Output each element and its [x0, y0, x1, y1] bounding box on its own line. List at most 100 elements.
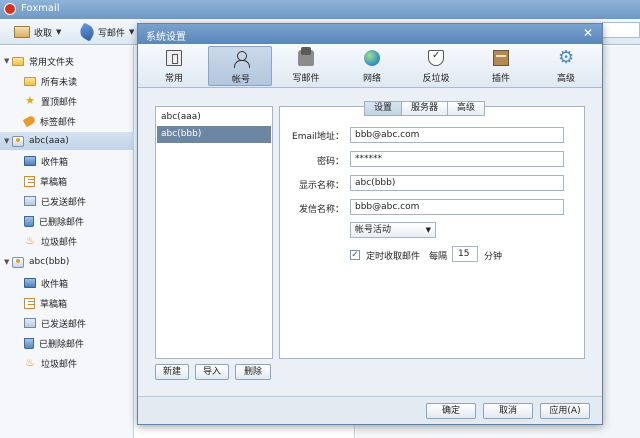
- import-account-button[interactable]: 导入: [195, 364, 229, 380]
- tab-plugin[interactable]: 插件: [469, 46, 533, 86]
- every-label: 每隔: [429, 252, 448, 262]
- subtab-advanced[interactable]: 高级: [447, 101, 486, 116]
- sidebar-item-drafts[interactable]: 草稿箱: [0, 294, 134, 312]
- receive-mail-icon: [14, 26, 30, 38]
- chevron-down-icon[interactable]: ▼: [129, 28, 134, 36]
- sender-name-label: 发信名称：: [298, 205, 344, 215]
- sidebar-item-sent[interactable]: 已发送邮件: [0, 314, 134, 332]
- folder-icon: [12, 56, 24, 66]
- account-group-bbb[interactable]: ▼ abc(bbb): [0, 253, 134, 271]
- tag-icon: [22, 114, 37, 128]
- sidebar-item-label: 收件箱: [41, 157, 69, 168]
- cancel-button[interactable]: 取消: [483, 403, 533, 419]
- account-list-label: abc(aaa): [161, 112, 201, 122]
- subtab-label: 高级: [457, 103, 476, 113]
- account-list-item-bbb[interactable]: abc(bbb): [157, 126, 271, 143]
- receive-label: 收取: [34, 28, 53, 39]
- email-field[interactable]: bbb@abc.com: [350, 127, 564, 143]
- trash-icon: [24, 337, 34, 349]
- password-label: 密码：: [316, 157, 344, 167]
- sidebar-item-junk[interactable]: ♨ 垃圾邮件: [0, 232, 134, 250]
- auto-receive-label: 定时收取邮件: [366, 252, 421, 262]
- sidebar-item-label: 置顶邮件: [41, 97, 78, 108]
- sidebar-item-label: 收件箱: [41, 279, 69, 290]
- sidebar-item-label: 所有未读: [41, 77, 78, 88]
- search-box[interactable]: [602, 22, 640, 38]
- account-label: abc(aaa): [29, 136, 69, 146]
- dialog-title-bar[interactable]: 系统设置 ✕: [138, 24, 602, 44]
- compose-icon: [298, 47, 314, 66]
- sidebar-item-deleted[interactable]: 已删除邮件: [0, 334, 134, 352]
- account-list-label: abc(bbb): [161, 129, 202, 139]
- subtab-label: 设置: [374, 103, 393, 113]
- junk-icon: ♨: [25, 356, 35, 369]
- minutes-unit-label: 分钟: [484, 252, 503, 262]
- account-list-item-aaa[interactable]: abc(aaa): [157, 109, 271, 126]
- sidebar-item-tagged[interactable]: 标签邮件: [0, 112, 134, 130]
- tab-label: 帐号: [231, 75, 250, 85]
- tab-anti-spam[interactable]: 反垃圾: [404, 46, 468, 86]
- tab-label: 网络: [362, 74, 381, 84]
- email-label: Email地址：: [292, 132, 344, 142]
- collapse-triangle-icon[interactable]: ▼: [4, 137, 12, 145]
- foxmail-logo-icon: [4, 3, 16, 15]
- app-title-bar: Foxmail: [0, 0, 640, 19]
- sidebar-item-sent[interactable]: 已发送邮件: [0, 192, 134, 210]
- receive-button[interactable]: 收取 ▼: [14, 23, 61, 41]
- dialog-footer: 确定 取消 应用(A): [138, 396, 602, 424]
- sidebar-item-deleted[interactable]: 已删除邮件: [0, 212, 134, 230]
- sidebar-item-junk[interactable]: ♨ 垃圾邮件: [0, 354, 134, 372]
- select-value: 帐号活动: [355, 225, 392, 235]
- password-field[interactable]: ******: [350, 151, 564, 167]
- display-name-field[interactable]: abc(bbb): [350, 175, 564, 191]
- chevron-down-icon[interactable]: ▼: [56, 28, 61, 36]
- auto-receive-checkbox[interactable]: ✓: [350, 250, 360, 260]
- tab-compose[interactable]: 写邮件: [274, 46, 338, 86]
- interval-minutes-input[interactable]: 15: [452, 246, 478, 262]
- sidebar-item-label: 垃圾邮件: [41, 359, 78, 370]
- star-icon: ★: [25, 94, 35, 107]
- subtab-settings[interactable]: 设置: [364, 101, 403, 116]
- sidebar-item-all-unread[interactable]: 所有未读: [0, 72, 134, 90]
- subtab-server[interactable]: 服务器: [401, 101, 449, 116]
- apply-button[interactable]: 应用(A): [540, 403, 590, 419]
- tab-account[interactable]: 帐号: [208, 46, 272, 86]
- plugin-icon: [493, 50, 509, 66]
- sidebar-item-label: 已发送邮件: [41, 197, 87, 208]
- sidebar-item-drafts[interactable]: 草稿箱: [0, 172, 134, 190]
- account-status-select[interactable]: 帐号活动 ▼: [350, 222, 436, 238]
- group-label: 常用文件夹: [29, 57, 75, 68]
- anti-spam-icon: [428, 50, 444, 66]
- settings-tab-bar: 常用 帐号 写邮件 网络 反垃圾 插件 ⚙ 高级: [138, 44, 602, 88]
- new-account-button[interactable]: 新建: [155, 364, 189, 380]
- tab-label: 高级: [556, 74, 575, 84]
- tab-label: 常用: [164, 74, 183, 84]
- close-icon[interactable]: ✕: [580, 26, 596, 41]
- display-name-label: 显示名称：: [298, 181, 344, 191]
- settings-dialog: 系统设置 ✕ 常用 帐号 写邮件 网络 反垃圾 插件 ⚙ 高级: [137, 23, 603, 425]
- tab-network[interactable]: 网络: [340, 46, 404, 86]
- sidebar-item-label: 草稿箱: [40, 177, 68, 188]
- sidebar-item-pinned[interactable]: ★ 置顶邮件: [0, 92, 134, 110]
- dialog-title: 系统设置: [146, 32, 186, 43]
- common-folders-group[interactable]: ▼ 常用文件夹: [0, 52, 134, 70]
- delete-account-button[interactable]: 删除: [235, 364, 271, 380]
- ok-button[interactable]: 确定: [426, 403, 476, 419]
- sidebar-item-inbox[interactable]: 收件箱: [0, 274, 134, 292]
- collapse-triangle-icon[interactable]: ▼: [4, 258, 12, 266]
- compose-button[interactable]: 写邮件 ▼: [77, 22, 134, 42]
- tab-advanced[interactable]: ⚙ 高级: [534, 46, 598, 86]
- tab-common[interactable]: 常用: [142, 46, 206, 86]
- folder-sidebar: ▼ 常用文件夹 所有未读 ★ 置顶邮件 标签邮件 ▼ abc(aaa) 收件箱 …: [0, 46, 134, 438]
- sidebar-item-inbox[interactable]: 收件箱: [0, 152, 134, 170]
- inbox-icon: [24, 278, 36, 288]
- collapse-triangle-icon[interactable]: ▼: [4, 57, 12, 65]
- drafts-icon: [24, 297, 35, 309]
- account-subtabs: 设置 服务器 高级: [364, 101, 486, 117]
- account-group-aaa[interactable]: ▼ abc(aaa): [0, 132, 134, 150]
- sidebar-item-label: 已删除邮件: [39, 217, 85, 228]
- sidebar-item-label: 草稿箱: [40, 299, 68, 310]
- sender-name-field[interactable]: bbb@abc.com: [350, 199, 564, 215]
- folder-icon: [24, 76, 36, 86]
- drafts-icon: [24, 175, 35, 187]
